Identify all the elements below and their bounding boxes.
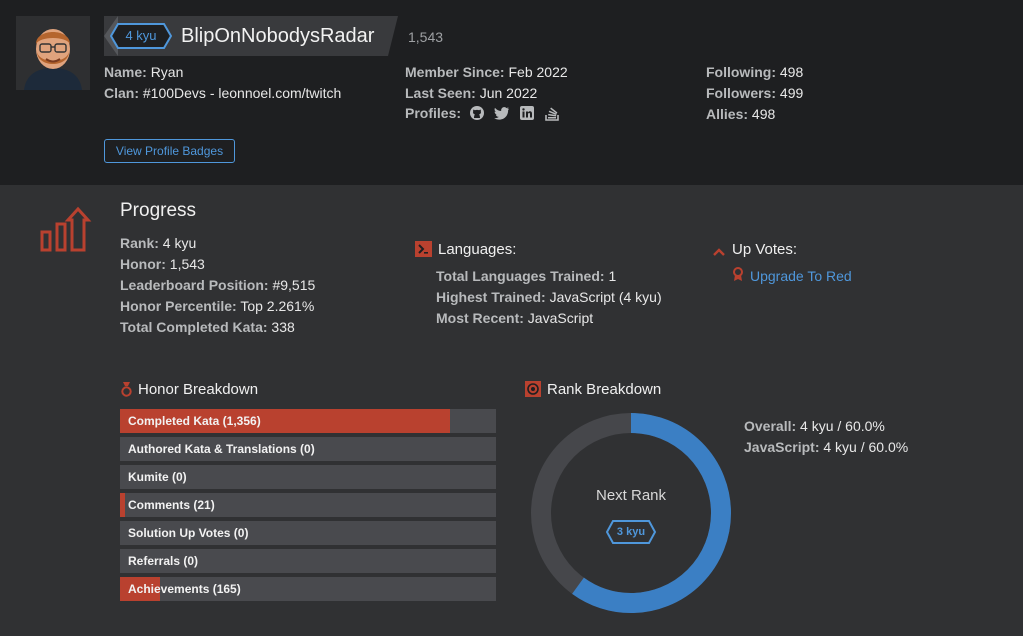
honor-bar: Referrals (0) (120, 549, 496, 573)
rank-badge: 4 kyu (110, 23, 172, 49)
honor-bar-label: Completed Kata (1,356) (128, 414, 261, 428)
last-seen-label: Last Seen: (405, 85, 476, 101)
languages-trained-row: Total Languages Trained: 1 (436, 268, 616, 284)
honor-row: Honor: 1,543 (120, 256, 205, 272)
followers-row[interactable]: Followers: 499 (706, 85, 803, 101)
twitter-icon[interactable] (494, 105, 510, 121)
last-seen-row: Last Seen: Jun 2022 (405, 85, 537, 101)
languages-trained-value: 1 (608, 268, 617, 284)
honor-bar-label: Referrals (0) (128, 554, 199, 568)
allies-label: Allies: (706, 106, 749, 122)
overall-label: Overall: (744, 418, 797, 434)
honor-bar: Achievements (165) (120, 577, 496, 601)
profiles-label: Profiles: (405, 105, 462, 121)
next-rank-badge-label: 3 kyu (616, 526, 646, 538)
member-since-row: Member Since: Feb 2022 (405, 64, 568, 80)
most-recent-row: Most Recent: JavaScript (436, 310, 593, 326)
honor-bar-label: Kumite (0) (128, 470, 187, 484)
following-label: Following: (706, 64, 776, 80)
highest-trained-row: Highest Trained: JavaScript (4 kyu) (436, 289, 662, 305)
leaderboard-row: Leaderboard Position: #9,515 (120, 277, 315, 293)
javascript-rank-value: 4 kyu / 60.0% (823, 439, 909, 455)
honor-bar-fill (120, 493, 126, 517)
rank-value: 4 kyu (162, 235, 197, 251)
member-since-label: Member Since: (405, 64, 505, 80)
honor-bar: Authored Kata & Translations (0) (120, 437, 496, 461)
next-rank-badge: 3 kyu (606, 520, 656, 544)
profile-header: 4 kyu BlipOnNobodysRadar 1,543 Name: Rya… (0, 0, 1023, 185)
languages-trained-label: Total Languages Trained: (436, 268, 605, 284)
allies-row[interactable]: Allies: 498 (706, 106, 775, 122)
rank-row: Rank: 4 kyu (120, 235, 196, 251)
following-row[interactable]: Following: 498 (706, 64, 803, 80)
leaderboard-value: #9,515 (272, 277, 316, 293)
overall-value: 4 kyu / 60.0% (800, 418, 885, 434)
clan-label: Clan: (104, 85, 139, 101)
profiles-row: Profiles: (405, 105, 569, 121)
languages-title: Languages: (438, 241, 517, 258)
name-label: Name: (104, 64, 147, 80)
kata-value: 338 (271, 319, 295, 335)
javascript-rank-label: JavaScript: (744, 439, 820, 455)
honor-bar-label: Solution Up Votes (0) (128, 526, 249, 540)
kata-label: Total Completed Kata: (120, 319, 268, 335)
progress-title: Progress (120, 200, 197, 221)
javascript-rank-row: JavaScript: 4 kyu / 60.0% (744, 439, 908, 455)
honor-bar: Completed Kata (1,356) (120, 409, 496, 433)
avatar[interactable] (16, 16, 90, 90)
clan-value: #100Devs - leonnoel.com/twitch (142, 85, 342, 101)
stackoverflow-icon[interactable] (544, 105, 560, 121)
upvotes-title: Up Votes: (732, 241, 798, 258)
medal-icon (121, 382, 132, 397)
progress-chart-icon (40, 206, 96, 254)
most-recent-value: JavaScript (527, 310, 594, 326)
rank-badge-label: 4 kyu (125, 28, 157, 43)
followers-label: Followers: (706, 85, 777, 101)
following-value: 498 (779, 64, 804, 80)
rank-progress-donut (530, 412, 732, 614)
honor-bar-label: Achievements (165) (128, 582, 241, 596)
leaderboard-label: Leaderboard Position: (120, 277, 269, 293)
percentile-value: Top 2.261% (240, 298, 315, 314)
followers-value: 499 (779, 85, 804, 101)
clan-row: Clan: #100Devs - leonnoel.com/twitch (104, 85, 341, 101)
rank-label: Rank: (120, 235, 159, 251)
honor-bar-label: Authored Kata & Translations (0) (128, 442, 315, 456)
honor-bar-label: Comments (21) (128, 498, 215, 512)
last-seen-value: Jun 2022 (479, 85, 538, 101)
allies-value: 498 (751, 106, 776, 122)
upgrade-to-red-link[interactable]: Upgrade To Red (750, 268, 852, 284)
percentile-label: Honor Percentile: (120, 298, 237, 314)
chevron-up-icon (713, 244, 725, 256)
target-icon (525, 381, 541, 397)
view-profile-badges-button[interactable]: View Profile Badges (104, 139, 235, 163)
honor-value: 1,543 (408, 29, 444, 45)
honor-bar: Solution Up Votes (0) (120, 521, 496, 545)
overall-row: Overall: 4 kyu / 60.0% (744, 418, 885, 434)
linkedin-icon[interactable] (519, 105, 535, 121)
highest-trained-label: Highest Trained: (436, 289, 546, 305)
kata-row: Total Completed Kata: 338 (120, 319, 295, 335)
terminal-icon (415, 241, 432, 257)
honor-bar: Kumite (0) (120, 465, 496, 489)
honor-breakdown-title: Honor Breakdown (138, 381, 259, 398)
next-rank-label: Next Rank (595, 487, 667, 504)
honor-label: Honor: (120, 256, 166, 272)
member-since-value: Feb 2022 (508, 64, 568, 80)
highest-trained-value: JavaScript (4 kyu) (549, 289, 662, 305)
name-row: Name: Ryan (104, 64, 183, 80)
ribbon-icon (733, 267, 743, 281)
username: BlipOnNobodysRadar (181, 25, 375, 47)
name-value: Ryan (150, 64, 184, 80)
rank-breakdown-title: Rank Breakdown (547, 381, 662, 398)
honor-value-progress: 1,543 (169, 256, 205, 272)
most-recent-label: Most Recent: (436, 310, 524, 326)
honor-bar: Comments (21) (120, 493, 496, 517)
github-icon[interactable] (469, 105, 485, 121)
percentile-row: Honor Percentile: Top 2.261% (120, 298, 314, 314)
